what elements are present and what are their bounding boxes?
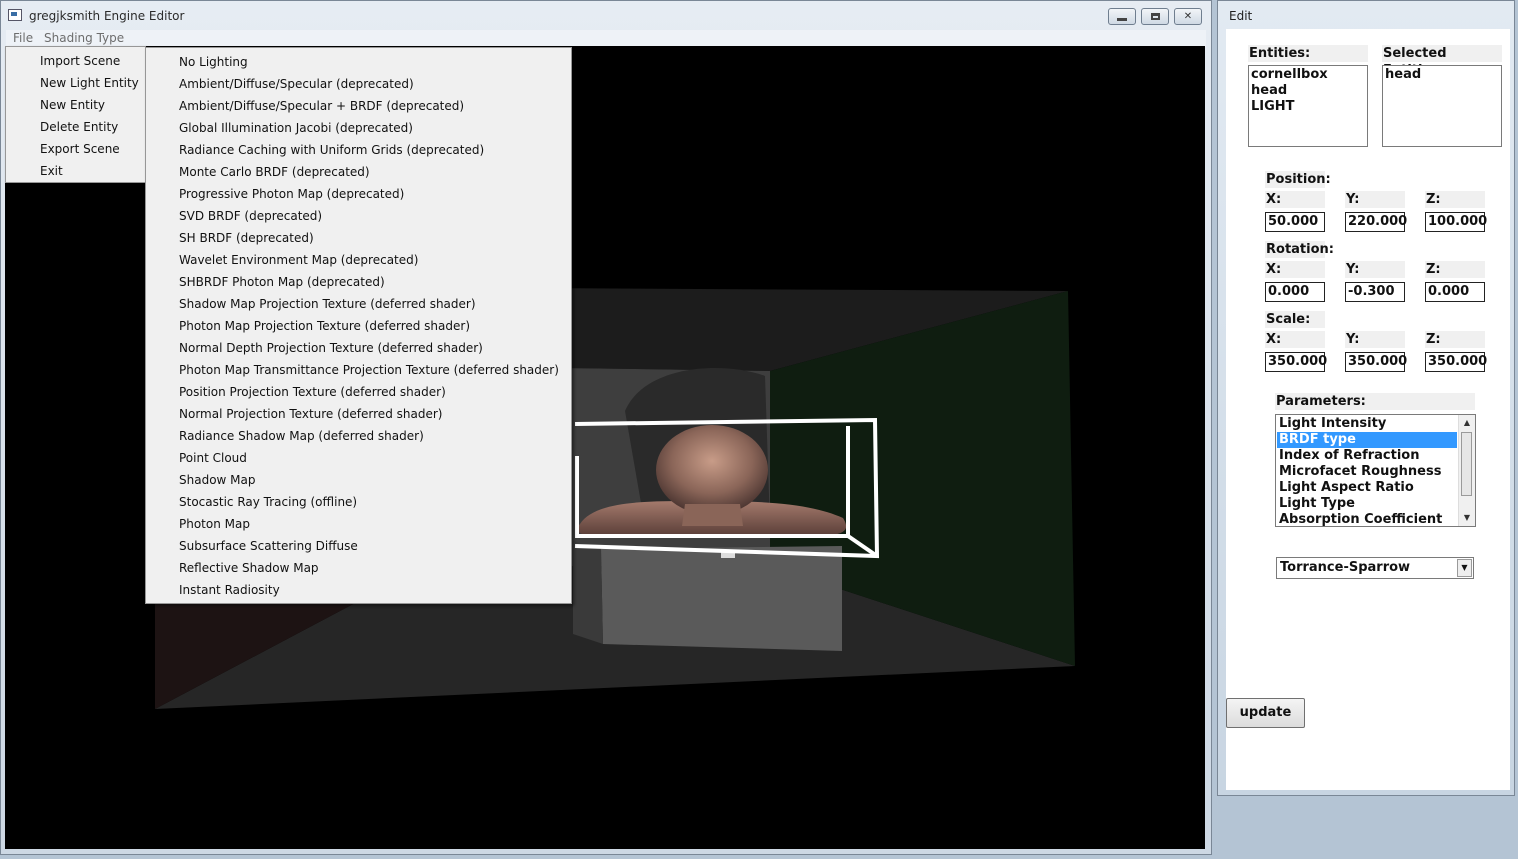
head-model: [656, 425, 768, 515]
parameter-item[interactable]: Light Type: [1277, 496, 1457, 512]
parameter-item[interactable]: Light Intensity: [1277, 416, 1457, 432]
parameter-item[interactable]: Light Aspect Ratio: [1277, 480, 1457, 496]
position-z-label: Z:: [1425, 191, 1485, 208]
parameter-item[interactable]: Microfacet Roughness: [1277, 464, 1457, 480]
shading-item[interactable]: Shadow Map: [146, 469, 571, 491]
entity-item[interactable]: head: [1251, 83, 1365, 99]
rotation-x-field[interactable]: 0.000: [1265, 282, 1325, 302]
shading-item[interactable]: Instant Radiosity: [146, 579, 571, 601]
parameters-scrollbar[interactable]: ▲ ▼: [1458, 415, 1475, 526]
shading-item[interactable]: Ambient/Diffuse/Specular + BRDF (depreca…: [146, 95, 571, 117]
scale-z-label: Z:: [1425, 331, 1485, 348]
edit-panel: Entities: cornellbox head LIGHT Selected…: [1226, 29, 1510, 790]
rotation-z-field[interactable]: 0.000: [1425, 282, 1485, 302]
scroll-up-icon[interactable]: ▲: [1459, 415, 1475, 431]
entities-label: Entities:: [1248, 45, 1368, 62]
rotation-label: Rotation:: [1265, 241, 1334, 258]
shading-item[interactable]: SVD BRDF (deprecated): [146, 205, 571, 227]
shading-item[interactable]: Photon Map Transmittance Projection Text…: [146, 359, 571, 381]
shading-item[interactable]: Monte Carlo BRDF (deprecated): [146, 161, 571, 183]
menu-shading-type[interactable]: Shading Type: [44, 31, 124, 45]
rotation-x-label: X:: [1265, 261, 1325, 278]
update-button[interactable]: update: [1226, 698, 1305, 728]
scale-z-field[interactable]: 350.000: [1425, 352, 1487, 372]
rotation-z-label: Z:: [1425, 261, 1485, 278]
file-exit[interactable]: Exit: [6, 160, 145, 182]
scroll-down-icon[interactable]: ▼: [1459, 510, 1475, 526]
shading-item[interactable]: Progressive Photon Map (deprecated): [146, 183, 571, 205]
entity-item[interactable]: cornellbox: [1251, 67, 1365, 83]
file-new-entity[interactable]: New Entity: [6, 94, 145, 116]
shading-item[interactable]: Global Illumination Jacobi (deprecated): [146, 117, 571, 139]
parameters-list[interactable]: Light Intensity BRDF type Index of Refra…: [1275, 414, 1476, 527]
shading-item[interactable]: Normal Depth Projection Texture (deferre…: [146, 337, 571, 359]
edit-window: Edit Entities: cornellbox head LIGHT Sel…: [1217, 0, 1515, 796]
window-title: gregjksmith Engine Editor: [29, 9, 185, 23]
file-new-light-entity[interactable]: New Light Entity: [6, 72, 145, 94]
parameters-label: Parameters:: [1275, 393, 1475, 410]
selected-entities-label: Selected Entities:: [1382, 45, 1502, 78]
minimize-icon: [1117, 18, 1127, 21]
rotation-y-label: Y:: [1345, 261, 1405, 278]
maximize-button[interactable]: [1141, 8, 1169, 25]
shading-item[interactable]: Radiance Shadow Map (deferred shader): [146, 425, 571, 447]
parameter-item[interactable]: Index of Refraction: [1277, 448, 1457, 464]
pedestal: [601, 546, 842, 651]
parameter-item-selected[interactable]: BRDF type: [1277, 432, 1457, 448]
shading-item[interactable]: Point Cloud: [146, 447, 571, 469]
brdf-type-select[interactable]: Torrance-Sparrow ▼: [1276, 557, 1474, 579]
brdf-type-value: Torrance-Sparrow: [1280, 560, 1411, 575]
minimize-button[interactable]: [1108, 8, 1136, 25]
app-icon: [8, 9, 22, 21]
shading-item[interactable]: Shadow Map Projection Texture (deferred …: [146, 293, 571, 315]
scale-x-field[interactable]: 350.000: [1265, 352, 1327, 372]
shading-item[interactable]: Photon Map Projection Texture (deferred …: [146, 315, 571, 337]
shading-item[interactable]: Stocastic Ray Tracing (offline): [146, 491, 571, 513]
close-icon: ✕: [1183, 11, 1193, 22]
position-x-label: X:: [1265, 191, 1325, 208]
shading-item[interactable]: No Lighting: [146, 51, 571, 73]
close-button[interactable]: ✕: [1174, 8, 1202, 25]
selected-entity-item[interactable]: head: [1385, 67, 1499, 83]
parameter-item[interactable]: Absorption Coefficient: [1277, 512, 1457, 528]
shading-item[interactable]: Normal Projection Texture (deferred shad…: [146, 403, 571, 425]
shading-item[interactable]: SH BRDF (deprecated): [146, 227, 571, 249]
menu-file[interactable]: File: [13, 31, 33, 45]
scale-label: Scale:: [1265, 311, 1325, 328]
position-y-label: Y:: [1345, 191, 1405, 208]
main-titlebar[interactable]: gregjksmith Engine Editor ✕: [1, 1, 1211, 31]
file-export-scene[interactable]: Export Scene: [6, 138, 145, 160]
edit-window-title: Edit: [1229, 9, 1253, 23]
entities-list[interactable]: cornellbox head LIGHT: [1248, 65, 1368, 147]
shading-type-menu: No Lighting Ambient/Diffuse/Specular (de…: [145, 47, 572, 604]
shading-item[interactable]: Photon Map: [146, 513, 571, 535]
position-z-field[interactable]: 100.000: [1425, 212, 1487, 232]
shading-item[interactable]: SHBRDF Photon Map (deprecated): [146, 271, 571, 293]
shading-item[interactable]: Subsurface Scattering Diffuse: [146, 535, 571, 557]
rotation-y-field[interactable]: -0.300: [1345, 282, 1405, 302]
scroll-thumb[interactable]: [1461, 432, 1472, 496]
file-menu: Import Scene New Light Entity New Entity…: [5, 46, 146, 183]
menubar: File Shading Type: [6, 30, 1206, 47]
position-label: Position:: [1265, 171, 1331, 188]
scale-y-label: Y:: [1345, 331, 1405, 348]
chevron-down-icon[interactable]: ▼: [1457, 559, 1472, 577]
shading-item[interactable]: Reflective Shadow Map: [146, 557, 571, 579]
selected-entities-list[interactable]: head: [1382, 65, 1502, 147]
shading-item[interactable]: Ambient/Diffuse/Specular (deprecated): [146, 73, 571, 95]
restore-icon: [1150, 13, 1160, 20]
position-x-field[interactable]: 50.000: [1265, 212, 1325, 232]
scale-x-label: X:: [1265, 331, 1325, 348]
entity-item[interactable]: LIGHT: [1251, 99, 1365, 115]
file-import-scene[interactable]: Import Scene: [6, 50, 145, 72]
shading-item[interactable]: Wavelet Environment Map (deprecated): [146, 249, 571, 271]
shading-item[interactable]: Radiance Caching with Uniform Grids (dep…: [146, 139, 571, 161]
file-delete-entity[interactable]: Delete Entity: [6, 116, 145, 138]
position-y-field[interactable]: 220.000: [1345, 212, 1407, 232]
shading-item[interactable]: Position Projection Texture (deferred sh…: [146, 381, 571, 403]
scale-y-field[interactable]: 350.000: [1345, 352, 1407, 372]
